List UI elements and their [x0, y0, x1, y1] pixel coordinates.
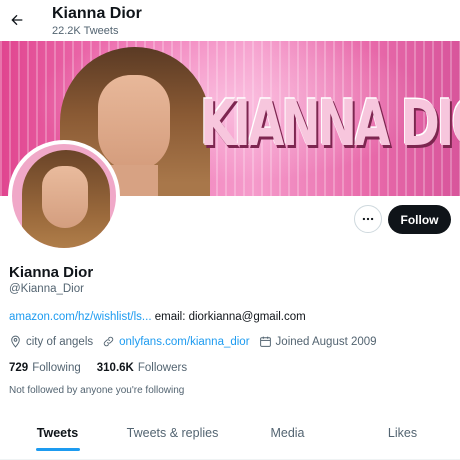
- tab-media[interactable]: Media: [230, 418, 345, 459]
- active-tab-indicator: [35, 448, 80, 451]
- tab-tweets[interactable]: Tweets: [0, 418, 115, 459]
- profile-tabs: Tweets Tweets & replies Media Likes: [0, 418, 460, 460]
- followers-label: Followers: [137, 362, 188, 374]
- banner-face: [98, 75, 170, 171]
- location-pin-icon: [11, 335, 20, 348]
- link-icon: [103, 336, 114, 347]
- website-item: onlyfans.com/kianna_dior: [102, 335, 250, 348]
- following-stat[interactable]: 729 Following: [9, 362, 81, 374]
- avatar[interactable]: [8, 140, 120, 252]
- follow-stats: 729 Following 310.6K Followers: [9, 362, 203, 374]
- followers-count: 310.6K: [96, 362, 134, 374]
- profile-handle: @Kianna_Dior: [9, 283, 84, 295]
- tweet-count: 22.2K Tweets: [52, 25, 119, 37]
- following-count: 729: [9, 362, 29, 374]
- avatar-face: [42, 166, 88, 228]
- following-label: Following: [32, 362, 81, 374]
- location-text: city of angels: [26, 335, 94, 348]
- profile-name: Kianna Dior: [9, 264, 94, 281]
- joined-item: Joined August 2009: [259, 335, 377, 348]
- profile-bio: amazon.com/hz/wishlist/ls... email: dior…: [9, 311, 306, 323]
- website-link[interactable]: onlyfans.com/kianna_dior: [119, 336, 249, 348]
- bio-email: email: diorkianna@gmail.com: [154, 311, 306, 323]
- joined-text: Joined August 2009: [275, 335, 377, 348]
- more-horizontal-icon: [362, 217, 374, 221]
- calendar-icon: [259, 336, 271, 347]
- top-bar: Kianna Dior 22.2K Tweets: [0, 0, 460, 41]
- back-button[interactable]: [6, 6, 28, 34]
- arrow-left-icon: [11, 14, 23, 26]
- profile-meta: city of angels onlyfans.com/kianna_dior …: [9, 335, 386, 348]
- location-item: city of angels: [9, 335, 93, 348]
- tab-label: Tweets & replies: [126, 426, 219, 440]
- tab-tweets-replies[interactable]: Tweets & replies: [115, 418, 230, 459]
- page-title: Kianna Dior: [52, 5, 142, 22]
- more-button[interactable]: [354, 205, 382, 233]
- tab-likes[interactable]: Likes: [345, 418, 460, 459]
- follow-button[interactable]: Follow: [388, 205, 451, 234]
- bio-wishlist-link[interactable]: amazon.com/hz/wishlist/ls...: [9, 311, 152, 323]
- tab-label: Likes: [387, 426, 418, 440]
- tab-label: Media: [270, 426, 305, 440]
- followers-stat[interactable]: 310.6K Followers: [97, 362, 187, 374]
- banner-brand-text: KIANNA DIOR: [200, 87, 460, 162]
- tab-label: Tweets: [36, 426, 79, 440]
- not-followed-notice: Not followed by anyone you're following: [9, 385, 185, 396]
